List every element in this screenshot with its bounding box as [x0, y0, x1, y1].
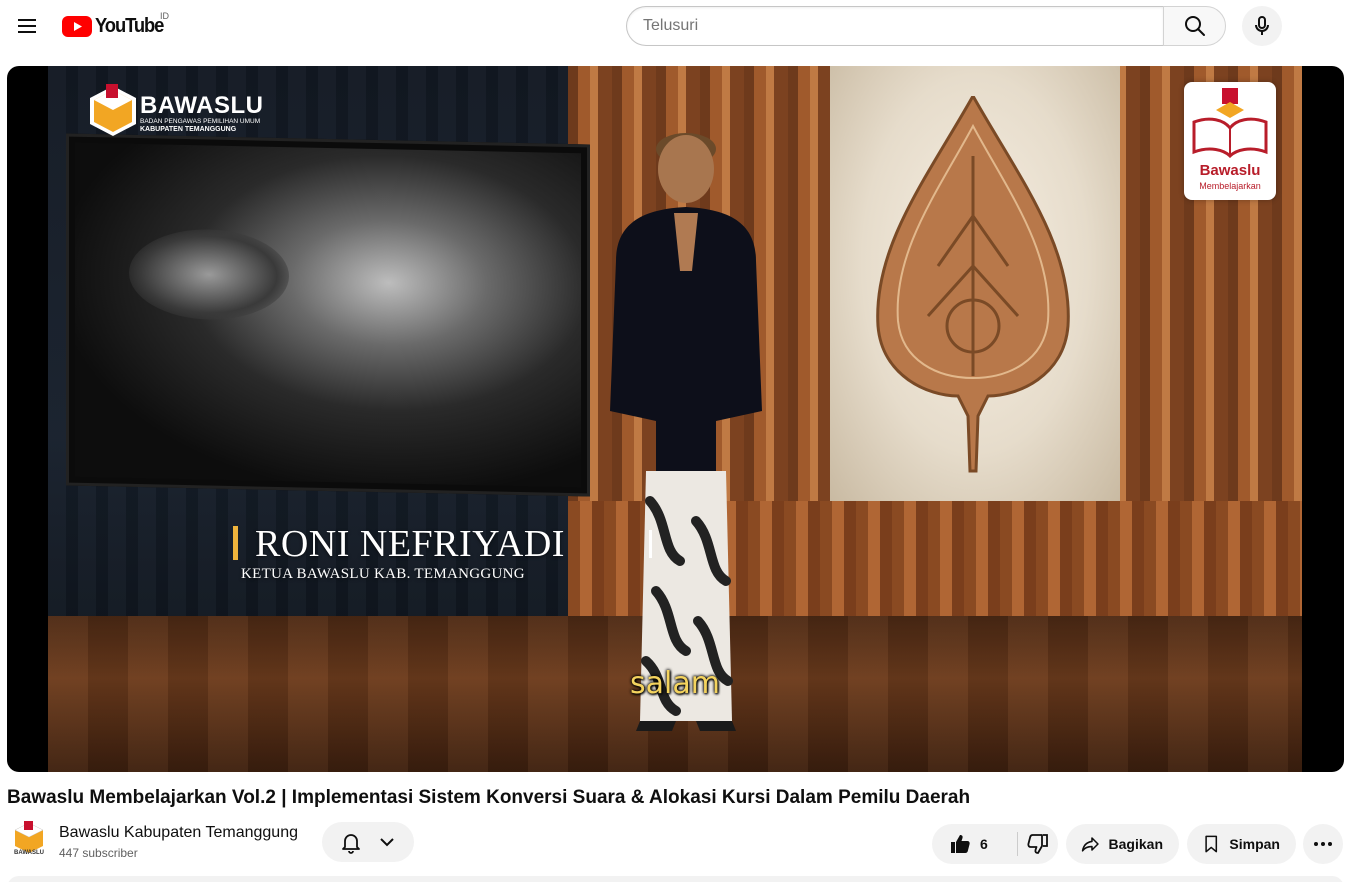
closed-caption: salam	[48, 666, 1302, 701]
like-dislike-group: 6	[932, 824, 1058, 864]
search-input[interactable]	[626, 6, 1163, 46]
bell-icon	[342, 834, 360, 854]
video-frame[interactable]: BAWASLU BADAN PENGAWAS PEMILIHAN UMUM KA…	[48, 66, 1302, 772]
tv-screen	[66, 133, 590, 497]
logo-wordmark: YouTube	[95, 14, 164, 37]
bawaslu-logo-overlay: BAWASLU BADAN PENGAWAS PEMILIHAN UMUM KA…	[88, 82, 264, 142]
voice-search-button[interactable]	[1242, 6, 1282, 46]
share-arrow-icon	[1081, 837, 1099, 852]
bawaslu-logo-title: BAWASLU	[140, 92, 264, 119]
thumbs-down-icon	[1027, 834, 1048, 854]
chevron-down-icon	[380, 838, 394, 847]
save-button[interactable]: Simpan	[1187, 824, 1296, 864]
youtube-logo[interactable]: YouTube ID	[62, 11, 169, 38]
speaker-role: KETUA BAWASLU KAB. TEMANGGUNG	[241, 566, 525, 582]
gunungan-ornament	[876, 96, 1070, 473]
badge-title: Bawaslu	[1199, 162, 1261, 179]
speaker-name: RONI NEFRIYADI	[255, 523, 565, 565]
video-title: Bawaslu Membelajarkan Vol.2 | Implementa…	[7, 787, 971, 808]
open-book-icon	[1192, 88, 1268, 159]
share-button[interactable]: Bagikan	[1066, 824, 1179, 864]
avatar-label: BAWASLU	[14, 850, 44, 856]
bookmark-icon	[1205, 835, 1218, 853]
lower-third-accent-bar	[233, 526, 238, 560]
channel-avatar[interactable]: BAWASLU	[9, 820, 49, 860]
hamburger-icon	[18, 19, 36, 33]
save-label: Simpan	[1229, 836, 1280, 852]
share-label: Bagikan	[1108, 836, 1163, 852]
microphone-icon	[1255, 16, 1269, 35]
video-player[interactable]: BAWASLU BADAN PENGAWAS PEMILIHAN UMUM KA…	[7, 66, 1344, 772]
tv-screen-image	[75, 142, 581, 488]
country-code: ID	[160, 11, 169, 21]
guide-menu-button[interactable]	[7, 6, 47, 46]
youtube-play-icon	[62, 15, 92, 37]
dislike-button[interactable]	[1018, 824, 1058, 864]
more-actions-button[interactable]	[1303, 824, 1343, 864]
lower-third-divider	[649, 530, 652, 558]
search-icon	[1184, 16, 1205, 36]
channel-owner: BAWASLU Bawaslu Kabupaten Temanggung 447…	[7, 818, 427, 866]
subscriber-count: 447 subscriber	[59, 846, 138, 860]
like-button[interactable]: 6	[932, 824, 1017, 864]
bawaslu-membelajarkan-badge: Bawaslu Membelajarkan	[1184, 82, 1276, 200]
description-panel[interactable]	[7, 876, 1344, 882]
presenter-figure	[610, 133, 762, 731]
badge-subtitle: Membelajarkan	[1199, 181, 1261, 191]
bawaslu-emblem-icon	[90, 84, 136, 136]
search-button[interactable]	[1163, 6, 1226, 46]
search-box	[626, 6, 1226, 46]
notification-subscription-button[interactable]	[322, 822, 414, 862]
thumbs-up-icon	[951, 835, 970, 853]
bawaslu-logo-region: KABUPATEN TEMANGGUNG	[140, 126, 237, 133]
channel-name[interactable]: Bawaslu Kabupaten Temanggung	[59, 824, 298, 842]
more-horizontal-icon	[1314, 842, 1332, 846]
masthead: YouTube ID	[0, 0, 1354, 54]
caption-text: salam	[630, 666, 720, 701]
like-count: 6	[980, 836, 988, 852]
bawaslu-logo-subtitle: BADAN PENGAWAS PEMILIHAN UMUM	[140, 118, 261, 125]
